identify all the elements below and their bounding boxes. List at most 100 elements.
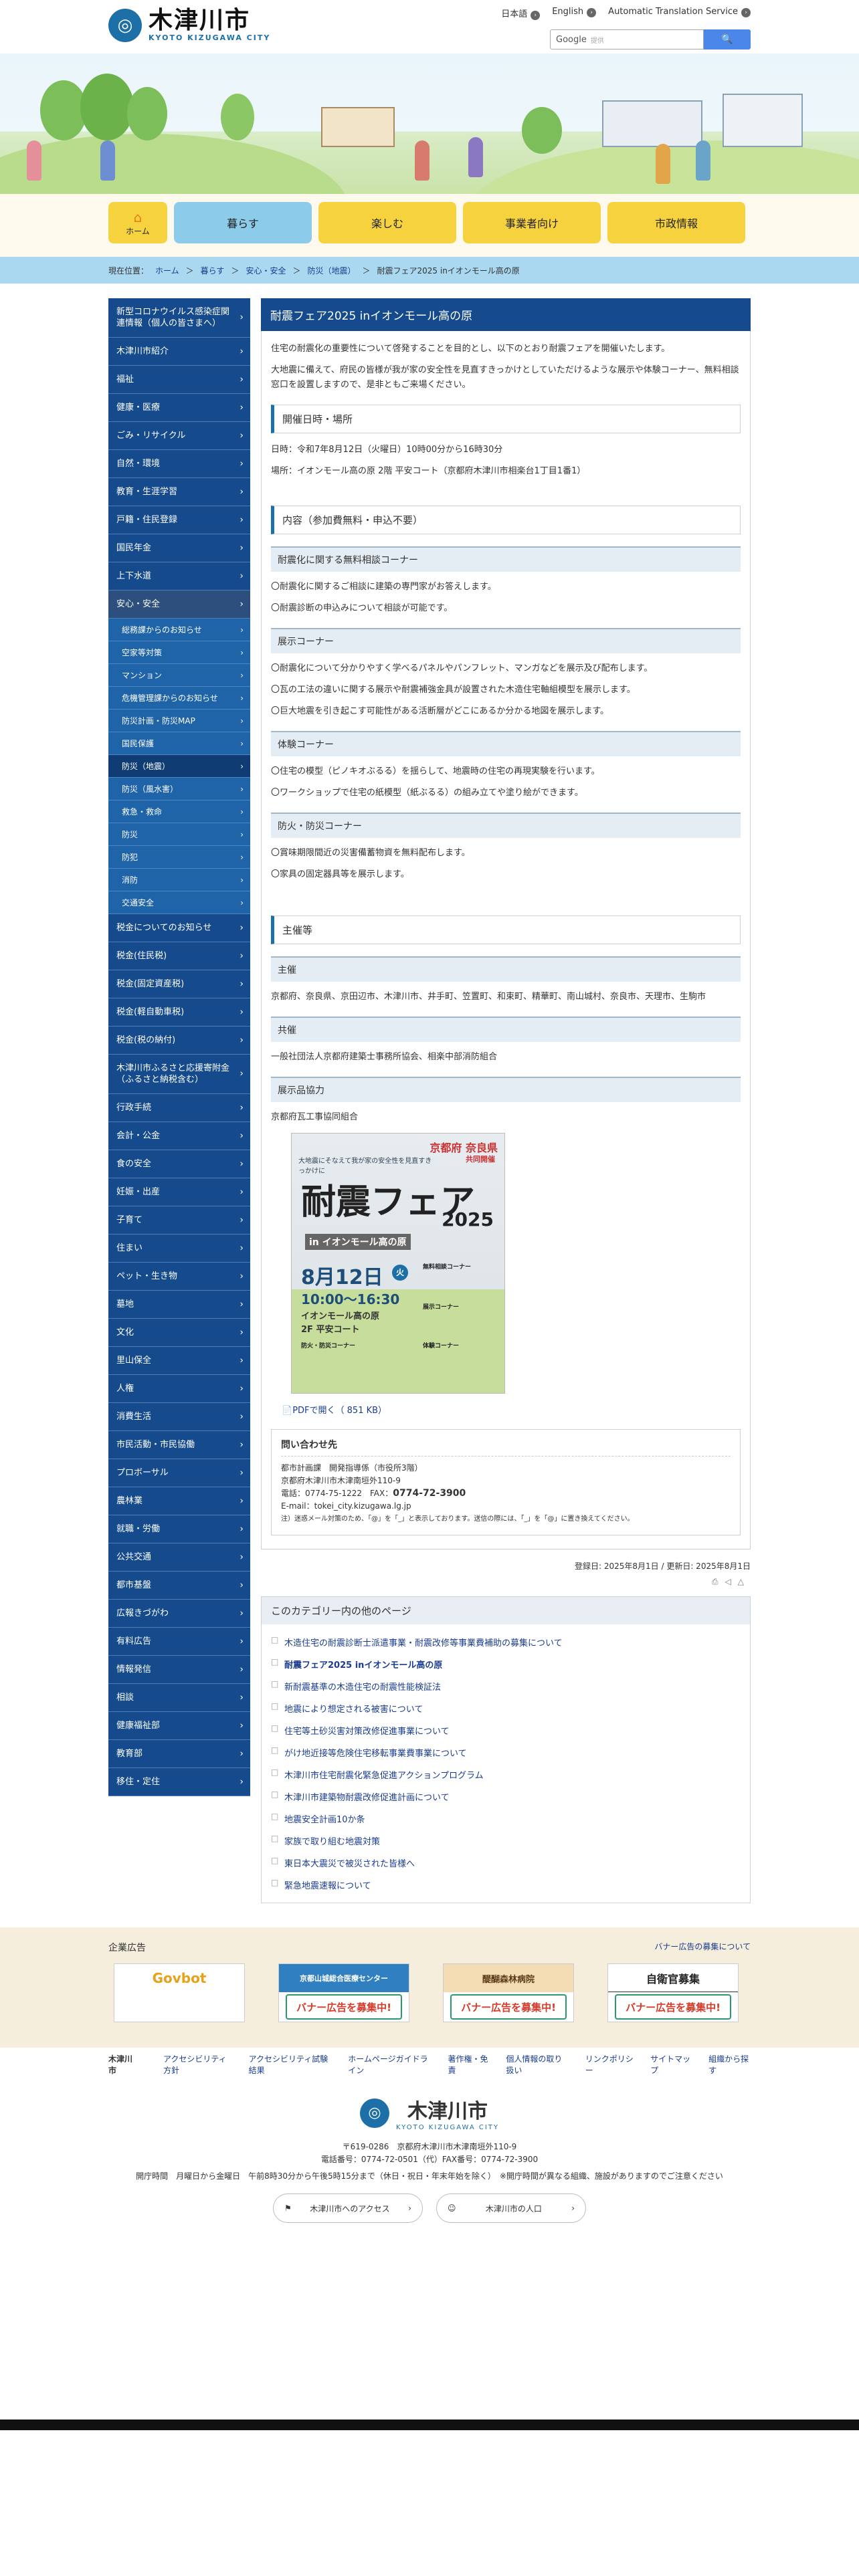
sidebar-item[interactable]: 有料広告	[108, 1628, 250, 1656]
search-input[interactable]: Google 提供	[550, 29, 704, 49]
sidebar-item[interactable]: 人権	[108, 1375, 250, 1403]
breadcrumb-link[interactable]: 防災（地震）	[307, 265, 355, 276]
event-poster[interactable]: 京都府 奈良県 共同開催 大地震にそなえて我が家の安全性を見直すきっかけに 耐震…	[291, 1133, 505, 1394]
sidebar-item[interactable]: 安心・安全	[108, 591, 250, 619]
lang-auto-translate[interactable]: Automatic Translation Service ›	[608, 7, 751, 20]
category-link[interactable]: 耐震フェア2025 inイオンモール高の原	[284, 1660, 442, 1671]
footer-link[interactable]: 組織から探す	[708, 2053, 751, 2076]
sidebar-subitem[interactable]: 防災（地震）	[108, 755, 250, 778]
sidebar-item[interactable]: 税金(軽自動車税)	[108, 998, 250, 1027]
sidebar-item[interactable]: 福祉	[108, 366, 250, 394]
footer-link[interactable]: サイトマップ	[650, 2053, 692, 2076]
sidebar-subitem[interactable]: 危機管理課からのお知らせ	[108, 687, 250, 710]
access-button[interactable]: ⚑ 木津川市へのアクセス ›	[273, 2193, 423, 2223]
lang-japanese[interactable]: 日本語 ›	[501, 7, 541, 20]
category-link[interactable]: 木造住宅の耐震診断士派遣事業・耐震改修等事業費補助の募集について	[284, 1638, 563, 1648]
breadcrumb-link[interactable]: ホーム	[155, 265, 179, 276]
sidebar-item[interactable]: 新型コロナウイルス感染症関連情報（個人の皆さまへ）	[108, 298, 250, 338]
footer-link[interactable]: アクセシビリティ試験結果	[249, 2053, 332, 2076]
sidebar-item[interactable]: 教育・生涯学習	[108, 478, 250, 506]
sidebar-subitem[interactable]: 防災（風水害）	[108, 778, 250, 800]
sidebar-item[interactable]: 情報発信	[108, 1656, 250, 1684]
population-button[interactable]: ☺ 木津川市の人口 ›	[436, 2193, 586, 2223]
footer-link[interactable]: アクセシビリティ方針	[163, 2053, 233, 2076]
sidebar-item[interactable]: 教育部	[108, 1740, 250, 1768]
sidebar-item[interactable]: 木津川市紹介	[108, 338, 250, 366]
sidebar-item[interactable]: 国民年金	[108, 534, 250, 562]
category-link[interactable]: 地震により想定される被害について	[284, 1705, 423, 1715]
sidebar-item[interactable]: 木津川市ふるさと応援寄附金（ふるさと納税含む）	[108, 1055, 250, 1094]
pdf-link-text[interactable]: PDFで開く（ 851 KB）	[292, 1406, 387, 1416]
sidebar-item[interactable]: 広報きづがわ	[108, 1600, 250, 1628]
site-logo[interactable]: ◎ 木津川市 KYOTO KIZUGAWA CITY	[108, 8, 270, 42]
nav-city-info[interactable]: 市政情報	[607, 202, 745, 243]
sidebar-item[interactable]: 消費生活	[108, 1403, 250, 1431]
category-link[interactable]: 家族で取り組む地震対策	[284, 1837, 380, 1847]
category-link[interactable]: 木津川市住宅耐震化緊急促進アクションプログラム	[284, 1771, 484, 1781]
sidebar-item[interactable]: 都市基盤	[108, 1572, 250, 1600]
sidebar-item[interactable]: 子育て	[108, 1206, 250, 1235]
pdf-link[interactable]: 📄PDFで開く（ 851 KB）	[282, 1403, 741, 1416]
category-link[interactable]: 住宅等土砂災害対策改修促進事業について	[284, 1727, 450, 1737]
sidebar-item[interactable]: 食の安全	[108, 1150, 250, 1178]
category-link[interactable]: 木津川市建築物耐震改修促進計画について	[284, 1793, 450, 1803]
category-link[interactable]: がけ地近接等危険住宅移転事業費事業について	[284, 1749, 467, 1759]
sidebar-subitem[interactable]: 救急・救命	[108, 800, 250, 823]
search-button[interactable]: 🔍	[704, 29, 751, 49]
back-icon[interactable]: ◁	[725, 1577, 738, 1586]
lang-english[interactable]: English ›	[552, 7, 597, 20]
breadcrumb-link[interactable]: 安心・安全	[246, 265, 286, 276]
sidebar-subitem[interactable]: 防犯	[108, 846, 250, 869]
footer-link[interactable]: 著作権・免責	[448, 2053, 490, 2076]
footer-link[interactable]: ホームページガイドライン	[348, 2053, 432, 2076]
breadcrumb-link[interactable]: 暮らす	[201, 265, 225, 276]
sidebar-item[interactable]: 住まい	[108, 1235, 250, 1263]
sidebar-item[interactable]: 墓地	[108, 1291, 250, 1319]
sidebar-subitem[interactable]: 防災	[108, 823, 250, 846]
sidebar-subitem[interactable]: 空家等対策	[108, 641, 250, 664]
sidebar-item[interactable]: 就職・労働	[108, 1515, 250, 1543]
sidebar-item[interactable]: ペット・生き物	[108, 1263, 250, 1291]
ads-recruit-link[interactable]: バナー広告の募集について	[654, 1941, 751, 1954]
sidebar-subitem[interactable]: 防災計画・防災MAP	[108, 710, 250, 732]
sidebar-subitem[interactable]: 消防	[108, 869, 250, 891]
sidebar-subitem[interactable]: 総務課からのお知らせ	[108, 619, 250, 641]
sidebar-item[interactable]: 健康・医療	[108, 394, 250, 422]
sidebar-item[interactable]: 健康福祉部	[108, 1712, 250, 1740]
ad-banner[interactable]: 自衛官募集 バナー広告を募集中!	[607, 1963, 739, 2022]
top-icon[interactable]: △	[738, 1577, 751, 1586]
footer-link[interactable]: リンクポリシー	[585, 2053, 634, 2076]
sidebar-item[interactable]: 税金(税の納付)	[108, 1027, 250, 1055]
ad-banner[interactable]: 醍醐森林病院 バナー広告を募集中!	[443, 1963, 574, 2022]
sidebar-item[interactable]: 自然・環境	[108, 450, 250, 478]
sidebar-subitem[interactable]: 国民保護	[108, 732, 250, 755]
sidebar-subitem[interactable]: 交通安全	[108, 891, 250, 914]
sidebar-item[interactable]: 市民活動・市民協働	[108, 1431, 250, 1459]
sidebar-item[interactable]: 税金(固定資産税)	[108, 970, 250, 998]
category-link[interactable]: 緊急地震速報について	[284, 1881, 371, 1891]
ad-banner[interactable]: Govbot	[114, 1963, 245, 2022]
sidebar-item[interactable]: 妊娠・出産	[108, 1178, 250, 1206]
nav-home[interactable]: ⌂ ホーム	[108, 202, 167, 243]
sidebar-item[interactable]: 相談	[108, 1684, 250, 1712]
sidebar-item[interactable]: 税金(住民税)	[108, 942, 250, 970]
nav-enjoy[interactable]: 楽しむ	[318, 202, 456, 243]
sidebar-item[interactable]: プロボーサル	[108, 1459, 250, 1487]
sidebar-item[interactable]: ごみ・リサイクル	[108, 422, 250, 450]
sidebar-item[interactable]: 行政手続	[108, 1094, 250, 1122]
category-link[interactable]: 地震安全計画10か条	[284, 1815, 365, 1825]
sidebar-item[interactable]: 移住・定住	[108, 1768, 250, 1796]
sidebar-item[interactable]: 戸籍・住民登録	[108, 506, 250, 534]
sidebar-item[interactable]: 上下水道	[108, 562, 250, 591]
sidebar-item[interactable]: 里山保全	[108, 1347, 250, 1375]
sidebar-item[interactable]: 公共交通	[108, 1543, 250, 1572]
ad-banner[interactable]: 京都山城総合医療センター バナー広告を募集中!	[278, 1963, 409, 2022]
nav-business[interactable]: 事業者向け	[463, 202, 601, 243]
category-link[interactable]: 東日本大震災で被災された皆様へ	[284, 1859, 415, 1869]
sidebar-subitem[interactable]: マンション	[108, 664, 250, 687]
category-link[interactable]: 新耐震基準の木造住宅の耐震性能検証法	[284, 1683, 441, 1693]
print-icon[interactable]: ⎙	[712, 1577, 725, 1586]
sidebar-item[interactable]: 税金についてのお知らせ	[108, 914, 250, 942]
sidebar-item[interactable]: 会計・公金	[108, 1122, 250, 1150]
footer-link[interactable]: 個人情報の取り扱い	[506, 2053, 569, 2076]
